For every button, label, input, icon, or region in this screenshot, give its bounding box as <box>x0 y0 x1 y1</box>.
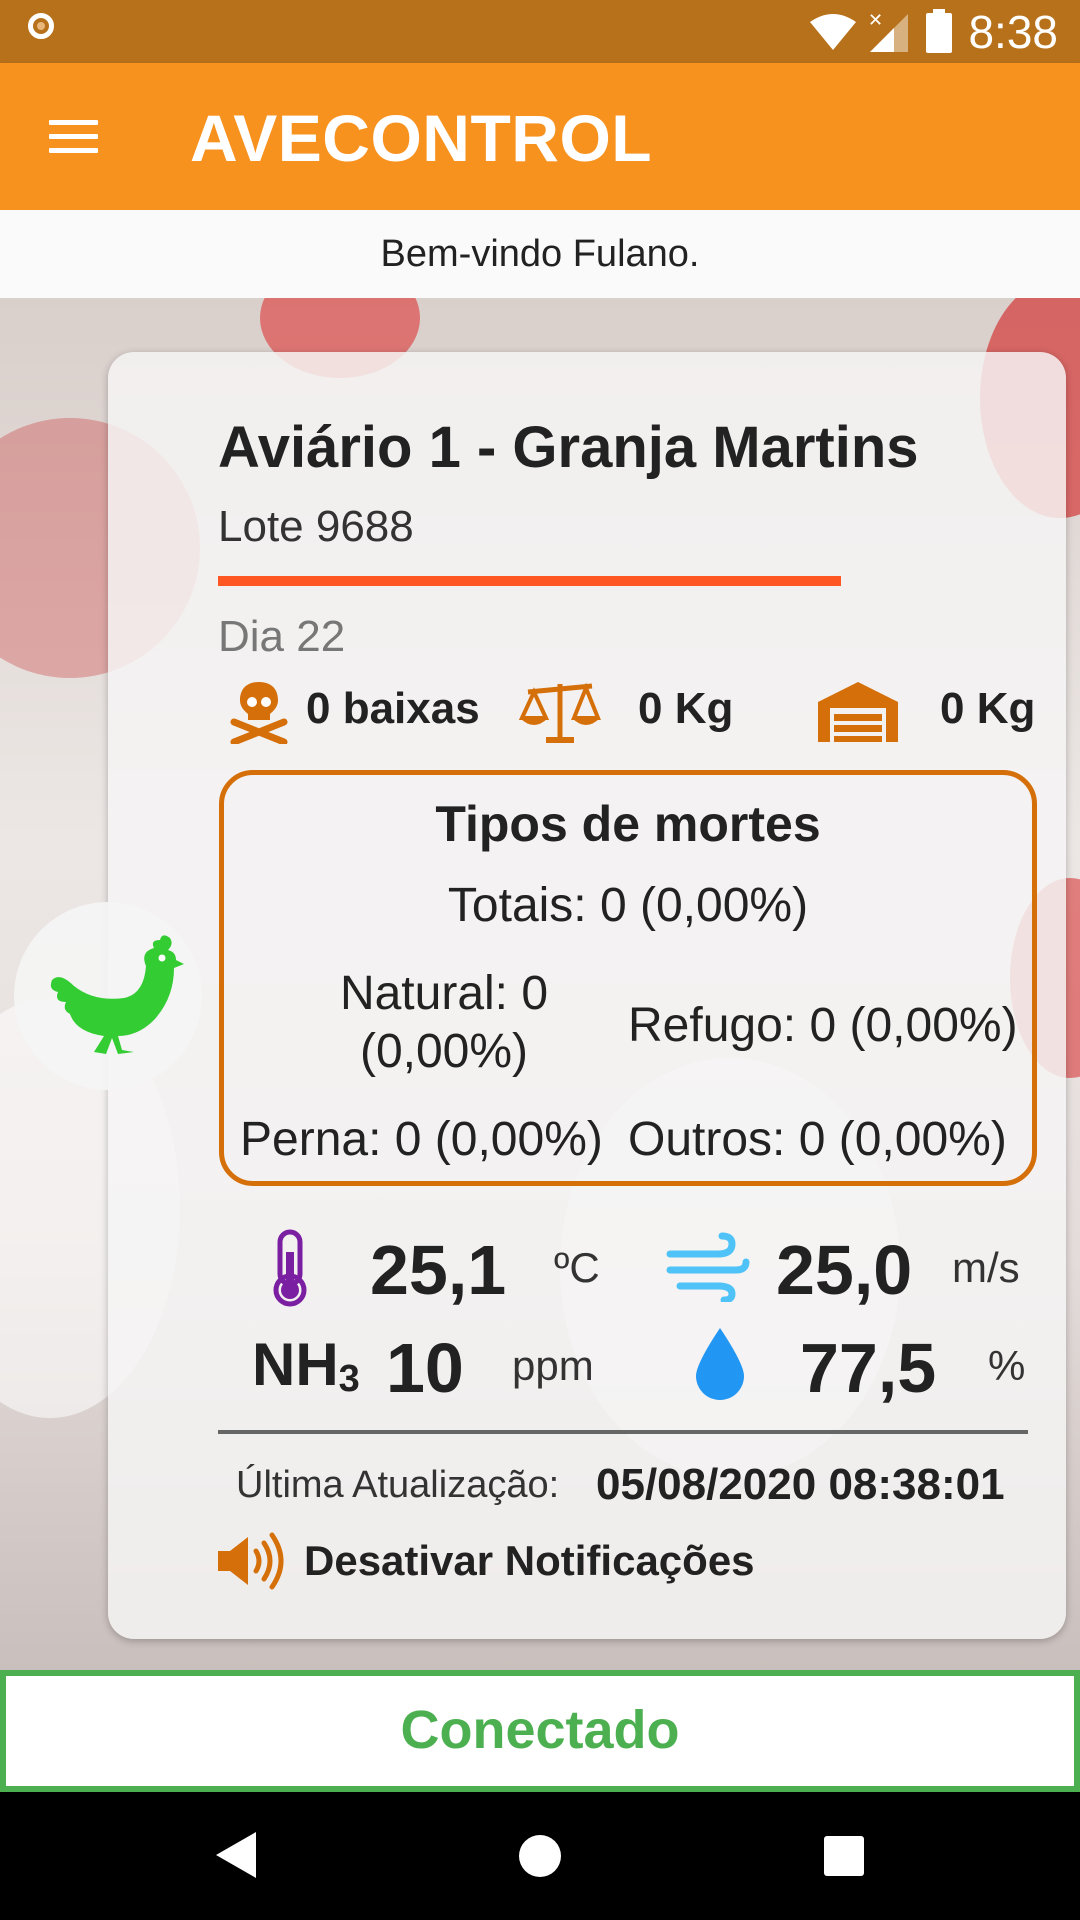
recents-icon[interactable] <box>824 1836 864 1876</box>
divider <box>218 1430 1028 1434</box>
wind-unit: m/s <box>952 1244 1020 1291</box>
battery-icon <box>926 8 953 53</box>
wind-value: 25,0 <box>776 1231 913 1309</box>
humidity-unit: % <box>988 1342 1026 1389</box>
nh3-symbol: NH <box>252 1331 339 1398</box>
tipos-de-mortes-box: Tipos de mortes Totais: 0 (0,00%) Natura… <box>219 770 1037 1186</box>
connection-status: Conectado <box>0 1670 1080 1792</box>
nh3-subscript: 3 <box>338 1358 360 1400</box>
navigation-bar <box>0 1792 1080 1920</box>
wifi-icon <box>810 13 857 50</box>
mortes-natural-percent: (0,00%) <box>359 1025 529 1078</box>
wind-icon <box>666 1232 750 1302</box>
mortes-natural-count: Natural: 0 <box>339 967 549 1020</box>
aviary-title: Aviário 1 - Granja Martins <box>218 415 919 480</box>
dia-label: Dia 22 <box>218 612 346 661</box>
menu-button[interactable] <box>40 108 106 164</box>
notification-icon <box>28 13 54 39</box>
mortes-natural: Natural: 0 (0,00%) <box>284 965 604 1081</box>
humidity-value: 77,5 <box>800 1329 937 1407</box>
clock: 8:38 <box>968 5 1058 58</box>
lote-label: Lote 9688 <box>218 502 414 551</box>
peso-value: 0 Kg <box>638 684 734 733</box>
mortes-outros: Outros: 0 (0,00%) <box>628 1113 1007 1166</box>
last-update-label: Última Atualização: <box>236 1464 560 1506</box>
water-drop-icon <box>696 1328 744 1400</box>
temperature-unit: ºC <box>554 1244 600 1291</box>
lote-progress-bar <box>218 576 841 586</box>
toggle-notifications-label: Desativar Notificações <box>304 1537 755 1584</box>
app-title: AVECONTROL <box>190 101 653 175</box>
silo-value: 0 Kg <box>940 684 1036 733</box>
silo-icon <box>818 682 898 742</box>
chicken-fab-button[interactable] <box>14 902 202 1090</box>
speaker-icon <box>218 1532 284 1590</box>
thermometer-icon <box>273 1229 307 1307</box>
status-icons: ✕ 8:38 <box>808 0 1080 63</box>
app-bar: AVECONTROL <box>0 63 1080 210</box>
nh3-label: NH3 <box>252 1330 360 1400</box>
last-update-value: 05/08/2020 08:38:01 <box>596 1460 1005 1509</box>
skull-crossbones-icon <box>230 682 288 744</box>
stats-row: 0 baixas 0 Kg 0 Kg <box>228 674 1048 754</box>
status-bar: ✕ 8:38 <box>0 0 1080 63</box>
scale-icon <box>518 682 601 743</box>
aviary-card: Aviário 1 - Granja Martins Lote 9688 Dia… <box>108 352 1066 1639</box>
toggle-notifications-button[interactable]: Desativar Notificações <box>216 1530 755 1592</box>
svg-text:✕: ✕ <box>868 10 883 30</box>
nh3-unit: ppm <box>512 1342 594 1389</box>
baixas-value: 0 baixas <box>306 684 480 733</box>
nh3-value: 10 <box>386 1329 464 1407</box>
temperature-value: 25,1 <box>370 1231 507 1309</box>
mortes-refugo: Refugo: 0 (0,00%) <box>628 999 1018 1052</box>
signal-icon: ✕ <box>868 10 909 52</box>
chicken-icon <box>50 935 184 1054</box>
back-icon[interactable] <box>214 1830 258 1880</box>
home-icon[interactable] <box>518 1834 562 1878</box>
mortes-perna: Perna: 0 (0,00%) <box>240 1113 603 1166</box>
mortes-title: Tipos de mortes <box>435 796 821 852</box>
welcome-message: Bem-vindo Fulano. <box>0 210 1080 298</box>
mortes-totais: Totais: 0 (0,00%) <box>447 879 809 932</box>
